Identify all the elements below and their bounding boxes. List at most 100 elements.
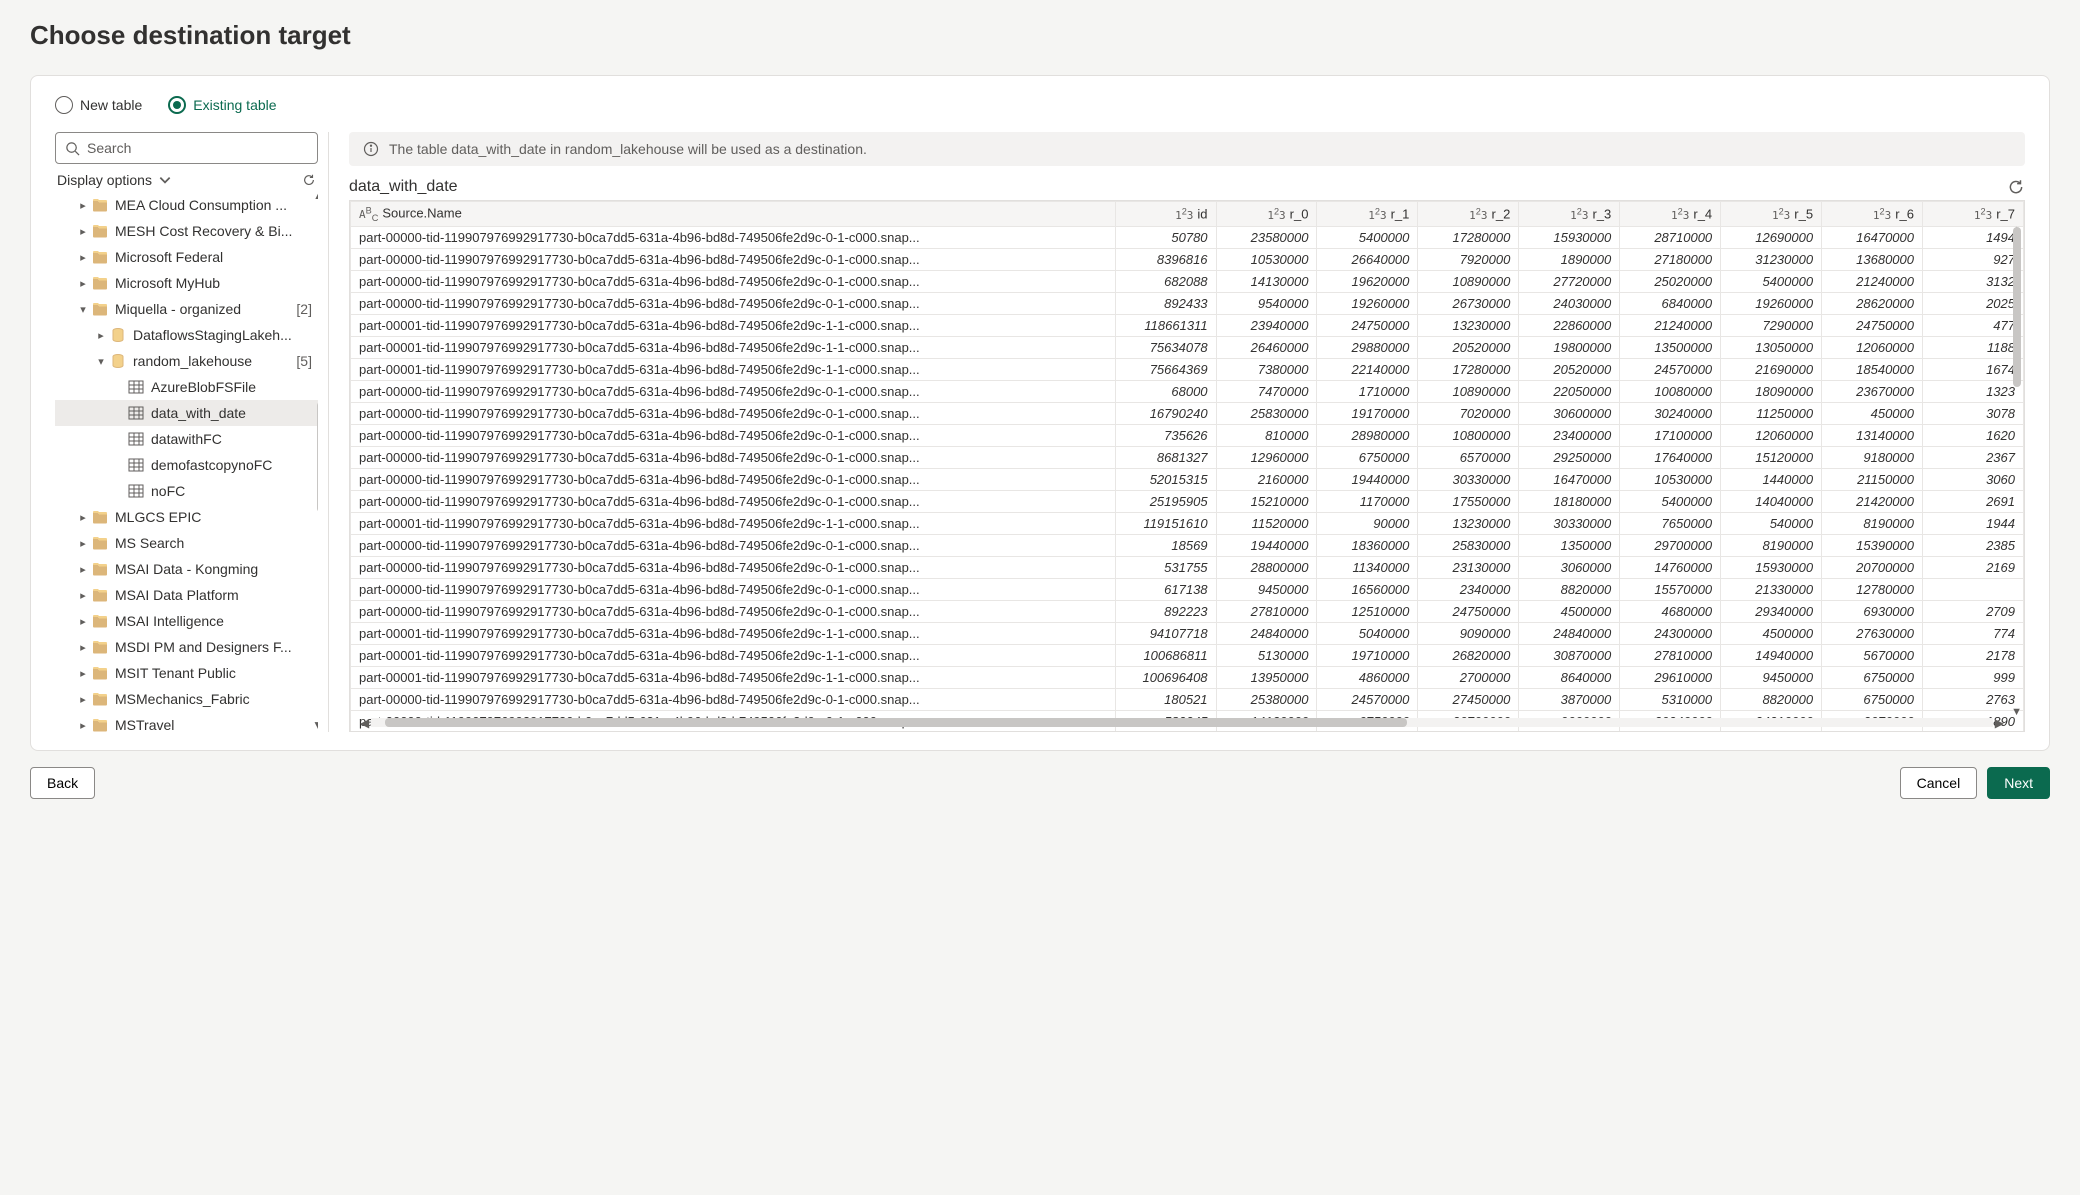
chevron-right-icon[interactable]: ▸ (95, 329, 107, 342)
tree-item[interactable]: ▸DataflowsStagingLakeh... (55, 322, 318, 348)
cancel-button[interactable]: Cancel (1900, 767, 1978, 799)
table-cell: 75634078 (1115, 336, 1216, 358)
tree-scrollbar-thumb[interactable] (317, 402, 318, 512)
tree-item[interactable]: ▸Microsoft Federal (55, 244, 318, 270)
table-row[interactable]: part-00000-tid-119907976992917730-b0ca7d… (351, 600, 2024, 622)
table-row[interactable]: part-00000-tid-119907976992917730-b0ca7d… (351, 468, 2024, 490)
column-header[interactable]: ABCSource.Name (351, 202, 1116, 227)
tree-item[interactable]: ▸MSAI Intelligence (55, 608, 318, 634)
tree-item[interactable]: ▸MS Search (55, 530, 318, 556)
tree-item[interactable]: ▸MEA Cloud Consumption ... (55, 192, 318, 218)
column-header[interactable]: 123r_6 (1822, 202, 1923, 227)
chevron-right-icon[interactable]: ▸ (77, 719, 89, 732)
column-header[interactable]: 123id (1115, 202, 1216, 227)
table-cell: 617138 (1115, 578, 1216, 600)
chevron-right-icon[interactable]: ▸ (77, 693, 89, 706)
grid-horizontal-scrollbar[interactable]: ◀ ▶ (358, 718, 2006, 727)
table-row[interactable]: part-00000-tid-119907976992917730-b0ca7d… (351, 490, 2024, 512)
tree-item[interactable]: ▸Microsoft MyHub (55, 270, 318, 296)
table-row[interactable]: part-00000-tid-119907976992917730-b0ca7d… (351, 556, 2024, 578)
scrollbar-thumb[interactable] (385, 718, 1407, 727)
tree-item[interactable]: ▸MSMechanics_Fabric (55, 686, 318, 712)
table-row[interactable]: part-00000-tid-119907976992917730-b0ca7d… (351, 402, 2024, 424)
chevron-right-icon[interactable]: ▸ (77, 199, 89, 212)
table-cell: 13050000 (1721, 336, 1822, 358)
tree-item-count: [2] (296, 301, 312, 317)
chevron-down-icon[interactable]: ▾ (95, 355, 107, 368)
column-header[interactable]: 123r_3 (1519, 202, 1620, 227)
search-icon (65, 141, 80, 156)
tree-item[interactable]: ▸MLGCS EPIC (55, 504, 318, 530)
chevron-right-icon[interactable]: ▸ (77, 615, 89, 628)
tree-item[interactable]: ▸MESH Cost Recovery & Bi... (55, 218, 318, 244)
column-header[interactable]: 123r_5 (1721, 202, 1822, 227)
column-header[interactable]: 123r_1 (1317, 202, 1418, 227)
table-row[interactable]: part-00001-tid-119907976992917730-b0ca7d… (351, 512, 2024, 534)
table-cell (1923, 578, 2024, 600)
back-button[interactable]: Back (30, 767, 95, 799)
tree-item[interactable]: demofastcopynoFC (55, 452, 318, 478)
table-row[interactable]: part-00001-tid-119907976992917730-b0ca7d… (351, 314, 2024, 336)
tree-item[interactable]: ▸MSDI PM and Designers F... (55, 634, 318, 660)
table-cell: 999 (1923, 666, 2024, 688)
tree-item[interactable]: ▸MSTravel (55, 712, 318, 732)
scroll-right-arrow-icon[interactable]: ▶ (1993, 716, 2006, 730)
tree-item[interactable]: datawithFC (55, 426, 318, 452)
table-cell: part-00001-tid-119907976992917730-b0ca7d… (351, 666, 1116, 688)
table-row[interactable]: part-00000-tid-119907976992917730-b0ca7d… (351, 248, 2024, 270)
grid-vertical-scrollbar[interactable]: ▲ ▼ (2013, 227, 2021, 715)
column-header[interactable]: 123r_7 (1923, 202, 2024, 227)
tree-item[interactable]: AzureBlobFSFile (55, 374, 318, 400)
tree-item[interactable]: ▾Miquella - organized[2] (55, 296, 318, 322)
scroll-up-arrow-icon[interactable]: ▲ (313, 192, 318, 202)
tree-item[interactable]: ▸MSIT Tenant Public (55, 660, 318, 686)
table-cell: 15210000 (1216, 490, 1317, 512)
column-header[interactable]: 123r_2 (1418, 202, 1519, 227)
chevron-right-icon[interactable]: ▸ (77, 251, 89, 264)
table-row[interactable]: part-00000-tid-119907976992917730-b0ca7d… (351, 292, 2024, 314)
chevron-right-icon[interactable]: ▸ (77, 225, 89, 238)
table-row[interactable]: part-00000-tid-119907976992917730-b0ca7d… (351, 534, 2024, 556)
tree-item[interactable]: noFC (55, 478, 318, 504)
chevron-right-icon[interactable]: ▸ (77, 589, 89, 602)
column-header[interactable]: 123r_0 (1216, 202, 1317, 227)
table-row[interactable]: part-00000-tid-119907976992917730-b0ca7d… (351, 424, 2024, 446)
table-row[interactable]: part-00001-tid-119907976992917730-b0ca7d… (351, 622, 2024, 644)
table-row[interactable]: part-00000-tid-119907976992917730-b0ca7d… (351, 446, 2024, 468)
table-row[interactable]: part-00001-tid-119907976992917730-b0ca7d… (351, 666, 2024, 688)
chevron-down-icon[interactable]: ▾ (77, 303, 89, 316)
chevron-right-icon[interactable]: ▸ (77, 277, 89, 290)
radio-new-table[interactable]: New table (55, 96, 142, 114)
table-row[interactable]: part-00001-tid-119907976992917730-b0ca7d… (351, 336, 2024, 358)
scroll-left-arrow-icon[interactable]: ◀ (358, 716, 371, 730)
chevron-right-icon[interactable]: ▸ (77, 511, 89, 524)
scroll-down-arrow-icon[interactable]: ▼ (312, 718, 318, 732)
search-input[interactable]: Search (55, 132, 318, 164)
chevron-right-icon[interactable]: ▸ (77, 563, 89, 576)
chevron-right-icon[interactable]: ▸ (77, 667, 89, 680)
table-row[interactable]: part-00001-tid-119907976992917730-b0ca7d… (351, 644, 2024, 666)
tree-item[interactable]: ▸MSAI Data - Kongming (55, 556, 318, 582)
tree-item[interactable]: data_with_date (55, 400, 318, 426)
table-row[interactable]: part-00000-tid-119907976992917730-b0ca7d… (351, 688, 2024, 710)
scrollbar-thumb[interactable] (2013, 227, 2021, 387)
table-cell: part-00001-tid-119907976992917730-b0ca7d… (351, 336, 1116, 358)
scroll-down-arrow-icon[interactable]: ▼ (2011, 706, 2022, 718)
chevron-right-icon[interactable]: ▸ (77, 537, 89, 550)
tree-item[interactable]: ▸MSAI Data Platform (55, 582, 318, 608)
chevron-right-icon[interactable]: ▸ (77, 641, 89, 654)
table-row[interactable]: part-00000-tid-119907976992917730-b0ca7d… (351, 226, 2024, 248)
refresh-preview-icon[interactable] (2007, 178, 2025, 196)
table-row[interactable]: part-00000-tid-119907976992917730-b0ca7d… (351, 270, 2024, 292)
next-button[interactable]: Next (1987, 767, 2050, 799)
column-header[interactable]: 123r_4 (1620, 202, 1721, 227)
table-row[interactable]: part-00000-tid-119907976992917730-b0ca7d… (351, 578, 2024, 600)
table-row[interactable]: part-00000-tid-119907976992917730-b0ca7d… (351, 380, 2024, 402)
table-cell: 4860000 (1317, 666, 1418, 688)
table-row[interactable]: part-00001-tid-119907976992917730-b0ca7d… (351, 358, 2024, 380)
radio-existing-table[interactable]: Existing table (168, 96, 276, 114)
refresh-icon[interactable] (302, 173, 316, 187)
display-options-button[interactable]: Display options (57, 172, 172, 188)
tree-item[interactable]: ▾random_lakehouse[5] (55, 348, 318, 374)
folder-icon (92, 692, 108, 706)
